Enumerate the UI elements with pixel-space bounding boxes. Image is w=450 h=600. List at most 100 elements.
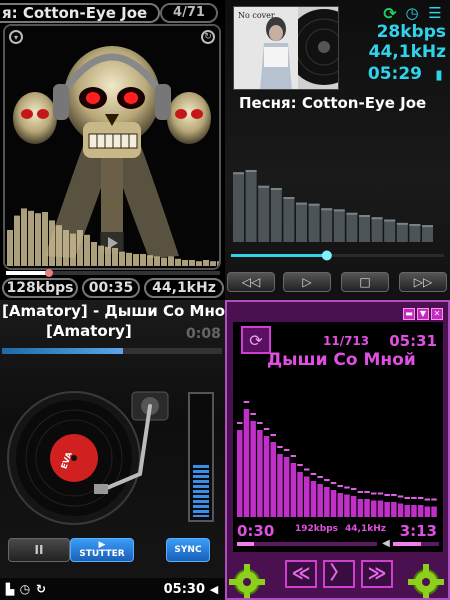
rewind-button[interactable]: ◁◁ bbox=[227, 272, 275, 292]
spectrum-peak bbox=[324, 479, 330, 481]
spectrum-bar bbox=[297, 472, 303, 517]
spectrum-bar bbox=[333, 209, 345, 242]
close-button[interactable]: ✕ bbox=[431, 308, 443, 320]
play-button[interactable]: ▷ bbox=[283, 272, 331, 292]
spectrum-peak bbox=[377, 492, 384, 495]
spectrum-peak bbox=[283, 449, 290, 451]
spectrum-bar bbox=[147, 255, 153, 266]
turntable[interactable] bbox=[4, 386, 184, 536]
spectrum-peak bbox=[308, 203, 320, 206]
seek-bar[interactable] bbox=[237, 542, 377, 546]
stutter-label: STUTTER bbox=[79, 549, 125, 559]
spectrum-peak bbox=[243, 401, 250, 403]
spectrum-peak bbox=[304, 468, 310, 471]
stutter-button[interactable]: ▶ STUTTER bbox=[70, 538, 134, 562]
stop-button[interactable]: □ bbox=[341, 272, 389, 292]
spectrum-analyzer bbox=[7, 208, 219, 266]
gear-icon[interactable] bbox=[406, 560, 446, 600]
spectrum-bar bbox=[263, 436, 270, 517]
volume-icon[interactable]: ◀ bbox=[381, 536, 391, 550]
volume-fill bbox=[393, 542, 421, 546]
samplerate-readout: 44,1kHz bbox=[144, 278, 224, 298]
song-title: Дыши Со Мной bbox=[267, 350, 416, 370]
spectrum-bar bbox=[371, 217, 383, 242]
clock-readout: 05:31 bbox=[389, 332, 437, 350]
seek-bar[interactable] bbox=[225, 248, 450, 264]
spectrum-bar bbox=[56, 225, 62, 266]
spectrum-bar bbox=[243, 409, 250, 517]
spectrum-peak bbox=[237, 422, 243, 424]
player-turntable-skin: [Amatory] - Дыши Со Мной [Amatory] 0:08 … bbox=[0, 300, 225, 600]
spectrum-bar bbox=[270, 188, 282, 242]
skin-collage: я: Cotton-Eye Joe 4/71 ▾ ↻ 128kbps 00:35… bbox=[0, 0, 450, 600]
spectrum-peak bbox=[330, 482, 337, 484]
spectrum-bar bbox=[277, 454, 283, 517]
spectrum-peak bbox=[250, 413, 256, 415]
spectrum-bar bbox=[70, 233, 76, 266]
spectrum-bar bbox=[337, 493, 343, 517]
play-button[interactable]: 〉 bbox=[323, 560, 355, 588]
spectrum-bar bbox=[63, 230, 69, 266]
previous-button[interactable]: ≪ bbox=[285, 560, 317, 588]
folder-icon[interactable]: ▙ bbox=[4, 582, 16, 596]
elapsed-time: 0:30 bbox=[237, 522, 275, 540]
seek-bar[interactable] bbox=[2, 348, 222, 354]
spectrum-bar bbox=[324, 487, 330, 517]
time-readout: 05:29 bbox=[367, 64, 422, 84]
level-meter-fill bbox=[193, 464, 209, 517]
spectrum-peak bbox=[233, 172, 244, 175]
spectrum-bar bbox=[21, 208, 27, 266]
volume-icon[interactable]: ◀ bbox=[207, 582, 221, 596]
seek-handle[interactable] bbox=[44, 269, 53, 277]
seek-bar[interactable] bbox=[6, 269, 220, 277]
spectrum-analyzer bbox=[233, 170, 433, 242]
clock-icon[interactable]: ◷ bbox=[18, 582, 32, 596]
chevron-down-icon[interactable]: ▾ bbox=[9, 30, 23, 44]
spectrum-bar bbox=[417, 505, 424, 517]
spectrum-bar bbox=[196, 261, 202, 266]
spectrum-bar bbox=[283, 457, 290, 517]
player-skull-skin: я: Cotton-Eye Joe 4/71 ▾ ↻ 128kbps 00:35… bbox=[0, 0, 225, 300]
volume-bar[interactable] bbox=[393, 542, 439, 546]
spectrum-bar bbox=[189, 260, 195, 266]
minimize-button[interactable]: ▬ bbox=[403, 308, 415, 320]
repeat-icon[interactable]: ↻ bbox=[201, 30, 215, 44]
spectrum-bar bbox=[296, 202, 307, 242]
spectrum-bar bbox=[182, 260, 188, 266]
sync-icon[interactable]: ⟳ bbox=[381, 4, 399, 23]
spectrum-bar bbox=[91, 242, 97, 266]
spectrum-bar bbox=[258, 185, 270, 242]
spectrum-bar bbox=[42, 212, 48, 266]
forward-button[interactable]: ▷▷ bbox=[399, 272, 447, 292]
spectrum-peak bbox=[409, 224, 421, 226]
spectrum-bar bbox=[112, 248, 118, 266]
spectrum-bar bbox=[384, 219, 396, 242]
sync-button[interactable]: SYNC bbox=[166, 538, 210, 562]
spectrum-bar bbox=[377, 500, 384, 517]
spectrum-bar bbox=[304, 476, 310, 517]
player-cyan-skin: No cover ⟳ ◷ ☰ 28kbps 44,1kHz 05:29 ▮ Пе… bbox=[225, 0, 450, 300]
spectrum-bar bbox=[98, 245, 104, 266]
spectrum-peak bbox=[258, 185, 270, 188]
samplerate-readout: 44,1kHz bbox=[345, 524, 386, 534]
collapse-button[interactable]: ▼ bbox=[417, 308, 429, 320]
pause-button[interactable]: II bbox=[8, 538, 70, 562]
timer-icon[interactable]: ◷ bbox=[403, 4, 421, 22]
spectrum-bar bbox=[371, 500, 377, 517]
spectrum-bar bbox=[245, 170, 257, 242]
track-title: я: Cotton-Eye Joe bbox=[0, 3, 160, 23]
seek-handle[interactable] bbox=[321, 250, 332, 261]
spectrum-bar bbox=[49, 220, 55, 266]
next-button[interactable]: ≫ bbox=[361, 560, 393, 588]
spectrum-peak bbox=[296, 202, 307, 205]
gear-icon[interactable] bbox=[227, 560, 267, 600]
spectrum-peak bbox=[297, 464, 303, 466]
spectrum-bar bbox=[364, 499, 370, 517]
equalizer-icon[interactable]: ☰ bbox=[425, 4, 445, 22]
bitrate-readout: 128kbps bbox=[2, 278, 78, 298]
spectrum-bar bbox=[359, 215, 370, 242]
spectrum-bar bbox=[105, 246, 111, 266]
level-meter bbox=[188, 392, 214, 522]
spectrum-bar bbox=[35, 213, 41, 266]
repeat-icon[interactable]: ↻ bbox=[34, 582, 48, 596]
